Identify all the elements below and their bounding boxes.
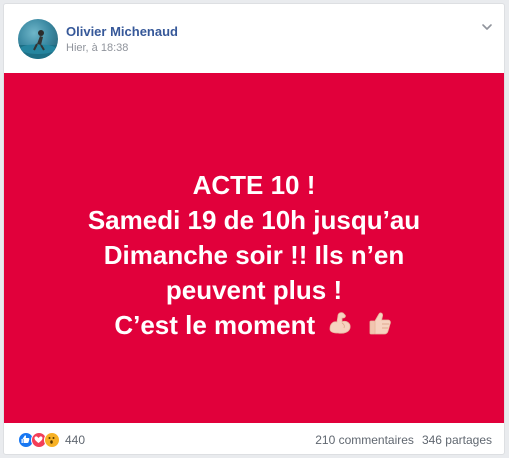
comments-count-link[interactable]: 210 commentaires — [315, 433, 414, 447]
chevron-down-icon[interactable] — [480, 20, 494, 34]
post-card: Olivier Michenaud Hier, à 18:38 ACTE 10 … — [3, 3, 505, 455]
media-line-last: C’est le moment — [88, 308, 420, 346]
post-stats: 210 commentaires 346 partages — [315, 433, 492, 447]
media-line: ACTE 10 ! — [192, 170, 316, 201]
reactions-summary[interactable]: 440 — [18, 432, 85, 448]
author-name[interactable]: Olivier Michenaud — [66, 24, 178, 39]
reaction-count: 440 — [65, 433, 86, 447]
media-line: Samedi 19 de 10h jusqu’au — [87, 205, 421, 236]
thumbs-up-icon — [366, 309, 394, 346]
post-timestamp[interactable]: Hier, à 18:38 — [66, 42, 128, 54]
shares-count-link[interactable]: 346 partages — [422, 433, 492, 447]
media-line: Dimanche soir !! Ils n’en — [103, 240, 405, 271]
post-media-text: ACTE 10 ! Samedi 19 de 10h jusqu’au Dima… — [88, 168, 420, 346]
avatar-image — [18, 30, 58, 59]
flexed-biceps-icon — [326, 309, 354, 346]
media-line: C’est le moment — [114, 310, 316, 341]
wow-icon — [44, 432, 60, 448]
post-footer: 440 210 commentaires 346 partages — [4, 423, 504, 455]
post-media[interactable]: ACTE 10 ! Samedi 19 de 10h jusqu’au Dima… — [4, 73, 504, 423]
post-header: Olivier Michenaud Hier, à 18:38 — [4, 4, 504, 73]
media-line: peuvent plus ! — [165, 275, 343, 306]
avatar[interactable] — [18, 19, 58, 59]
